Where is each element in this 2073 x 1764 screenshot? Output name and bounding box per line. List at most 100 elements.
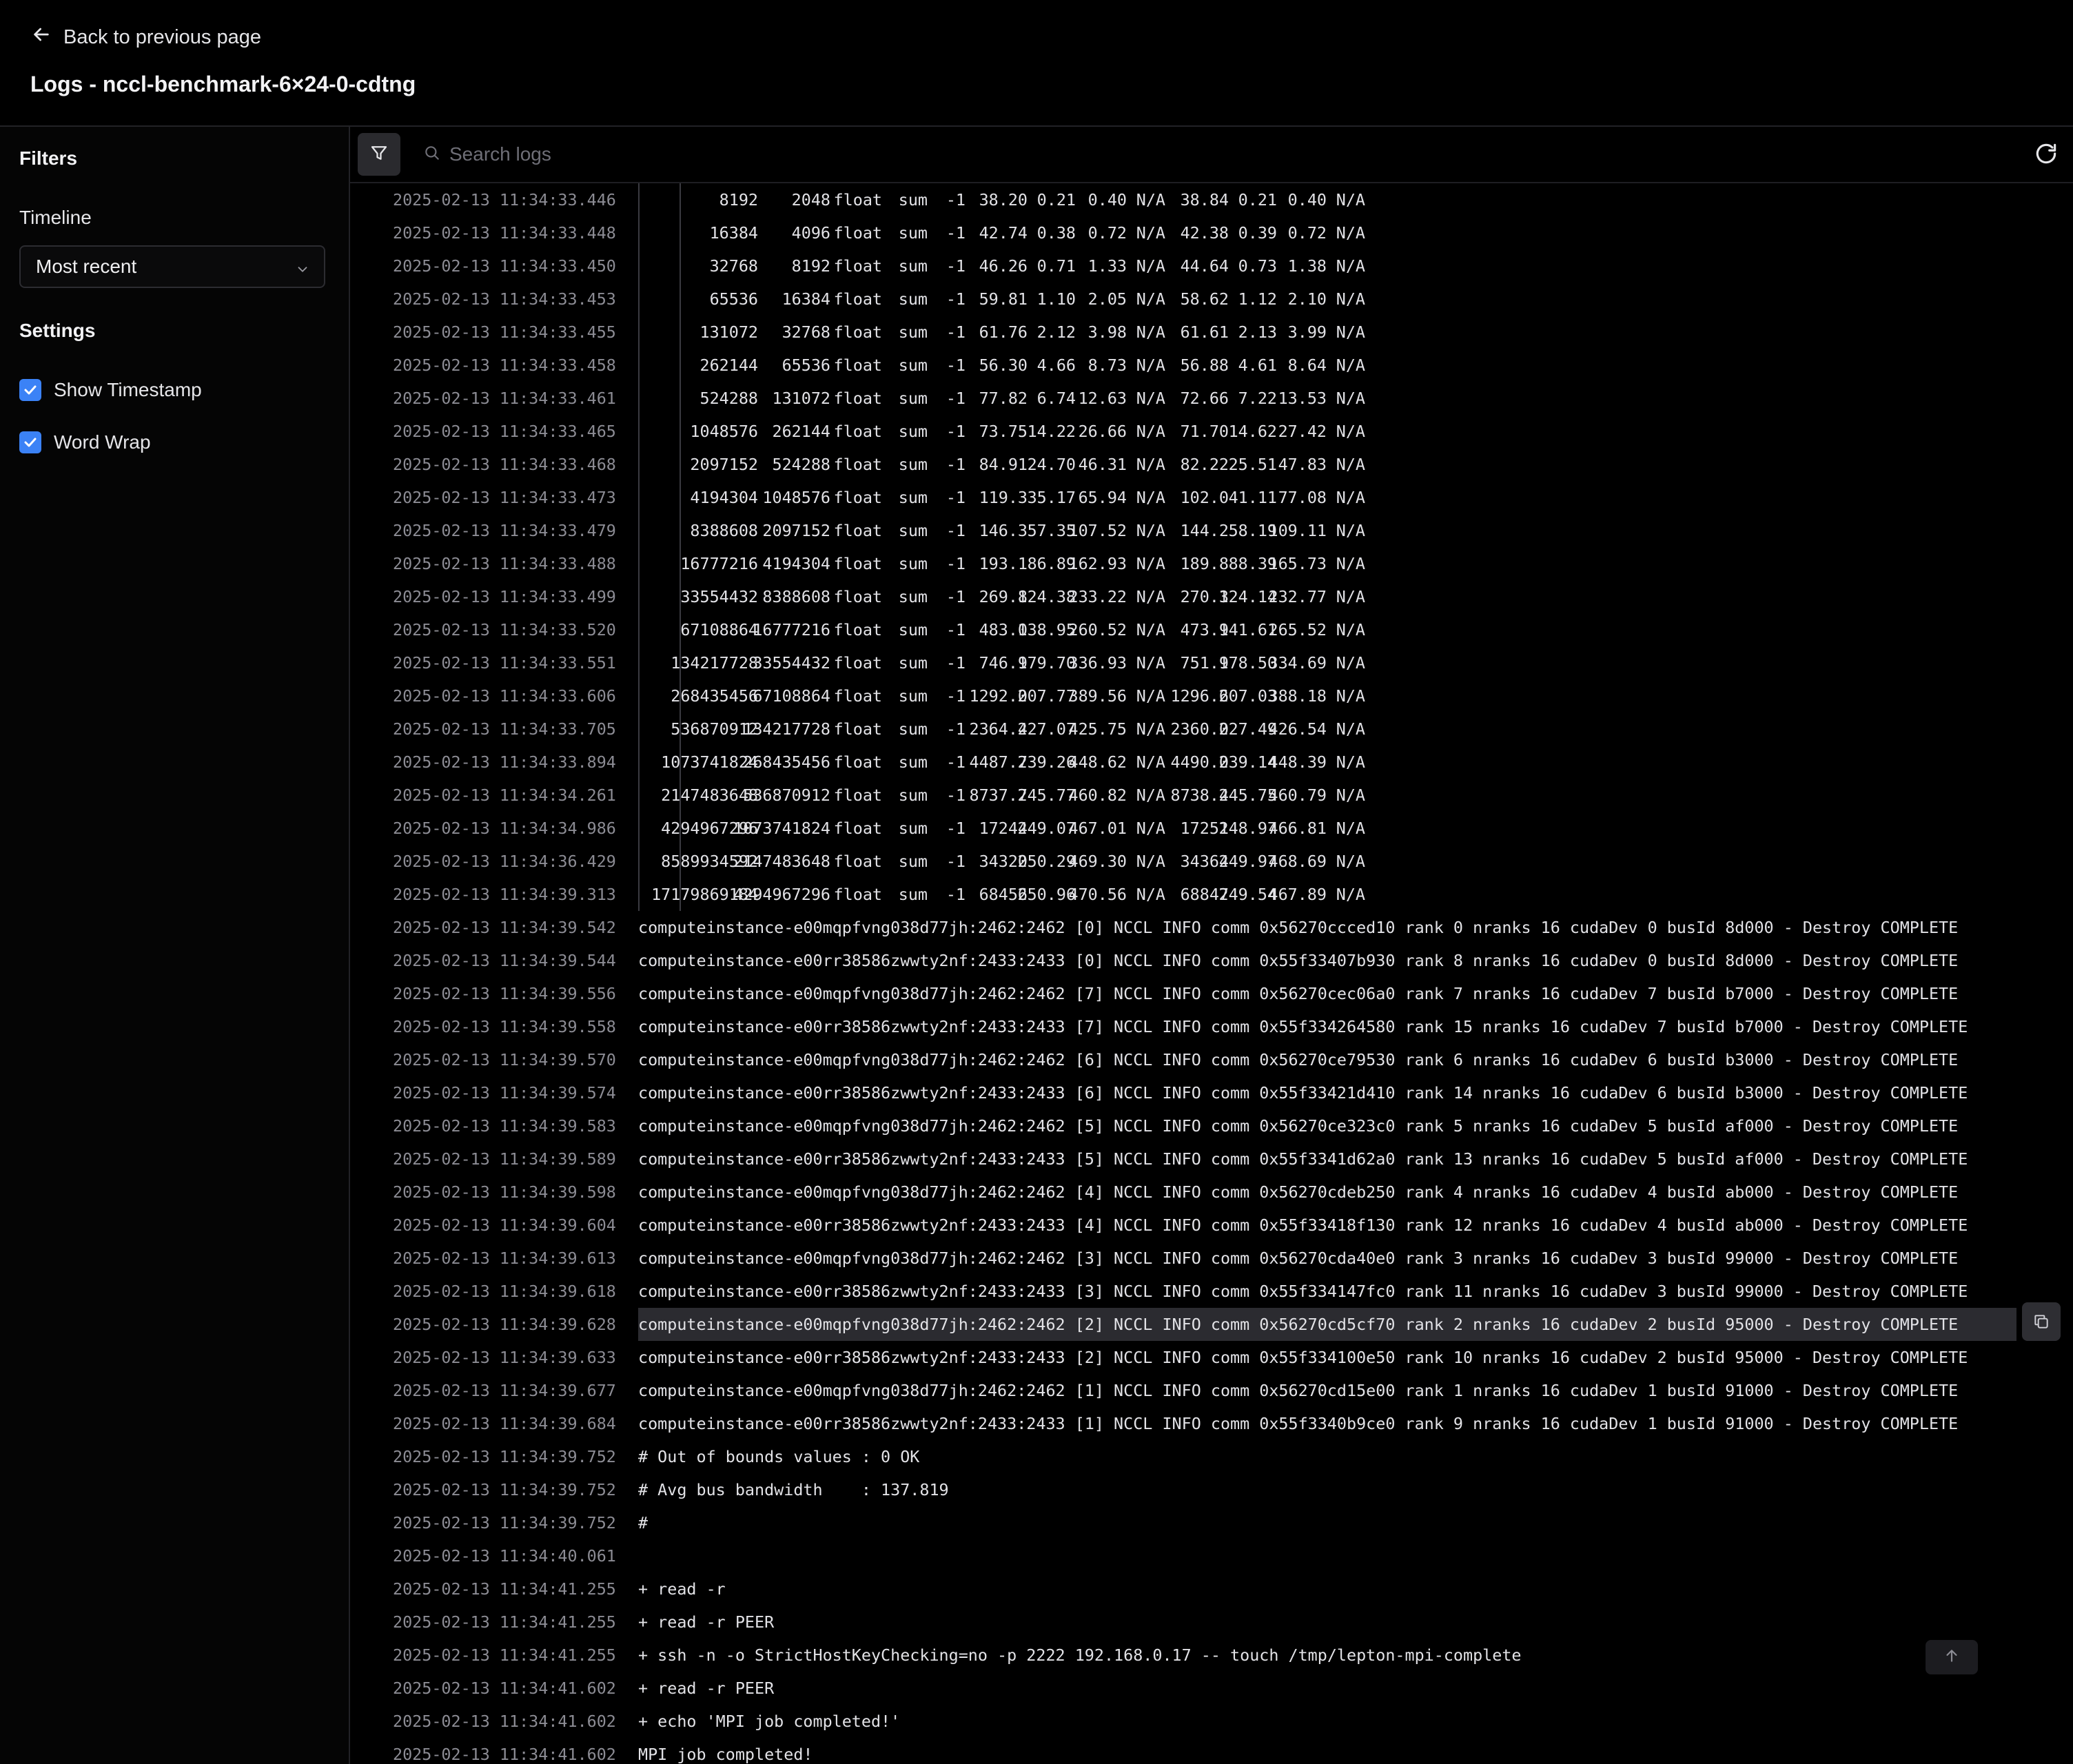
log-line[interactable]: 2025-02-13 11:34:33.473 4194304 1048576 flo… [350, 481, 2070, 514]
log-cell: 77.82 [979, 389, 1028, 408]
log-line[interactable]: 2025-02-13 11:34:33.455 131072 32768 float s… [350, 316, 2070, 349]
log-cell: 4096 [791, 223, 830, 243]
log-line[interactable]: 2025-02-13 11:34:33.551 134217728 33554432… [350, 646, 2070, 679]
log-cell: -1 [946, 422, 966, 441]
log-line[interactable]: 2025-02-13 11:34:33.479 8388608 2097152 flo… [350, 514, 2070, 547]
log-cell: float [833, 786, 882, 805]
log-line[interactable]: 2025-02-13 11:34:39.598 computeinstance-e… [350, 1176, 2070, 1209]
log-cell: 0.39 [1238, 223, 1277, 243]
log-cell: 268435456 [743, 752, 830, 772]
log-cell: 448.39 [1268, 752, 1327, 772]
indent-guide [680, 382, 681, 415]
log-cell: N/A [1336, 190, 1365, 209]
search-input[interactable] [449, 143, 1828, 165]
log-message: computeinstance-e00rr38586zwwty2nf:2433:… [638, 1149, 1968, 1169]
log-line[interactable]: 2025-02-13 11:34:39.544 computeinstance-e… [350, 944, 2070, 977]
indent-guide [680, 448, 681, 481]
log-cell: 124.38 [1017, 587, 1076, 606]
log-line[interactable]: 2025-02-13 11:34:33.458 262144 65536 float s… [350, 349, 2070, 382]
scroll-to-top-button[interactable] [1926, 1640, 1978, 1674]
log-line[interactable]: 2025-02-13 11:34:41.602 MPI job completed… [350, 1738, 2070, 1764]
log-line[interactable]: 2025-02-13 11:34:39.542 computeinstance-e… [350, 911, 2070, 944]
log-cell: N/A [1136, 223, 1165, 243]
log-cell: 13.53 [1278, 389, 1327, 408]
log-line[interactable]: 2025-02-13 11:34:39.752 # [350, 1506, 2070, 1539]
log-line[interactable]: 2025-02-13 11:34:41.255 + read -r PEER [350, 1606, 2070, 1639]
log-line[interactable]: 2025-02-13 11:34:39.613 computeinstance-e… [350, 1242, 2070, 1275]
indent-guide [680, 349, 681, 382]
log-message: MPI job completed! [638, 1745, 813, 1764]
log-cell: sum [898, 719, 928, 739]
log-line[interactable]: 2025-02-13 11:34:39.574 computeinstance-e… [350, 1076, 2070, 1109]
log-line[interactable]: 2025-02-13 11:34:39.684 computeinstance-e… [350, 1407, 2070, 1440]
log-line[interactable]: 2025-02-13 11:34:39.556 computeinstance-e… [350, 977, 2070, 1010]
log-cell: 388.18 [1268, 686, 1327, 706]
log-timestamp: 2025-02-13 11:34:33.468 [393, 455, 616, 474]
log-line[interactable]: 2025-02-13 11:34:39.628 computeinstance-e… [350, 1302, 2070, 1341]
log-line[interactable]: 2025-02-13 11:34:39.583 computeinstance-e… [350, 1109, 2070, 1142]
indent-guide [638, 183, 640, 216]
log-cell: 61.61 [1180, 322, 1229, 342]
log-cell: -1 [946, 554, 966, 573]
log-line[interactable]: 2025-02-13 11:34:41.255 + read -r [350, 1572, 2070, 1606]
log-line[interactable]: 2025-02-13 11:34:39.570 computeinstance-e… [350, 1043, 2070, 1076]
log-line[interactable]: 2025-02-13 11:34:39.752 # Out of bounds v… [350, 1440, 2070, 1473]
log-line[interactable]: 2025-02-13 11:34:39.633 computeinstance-e… [350, 1341, 2070, 1374]
copy-icon [2034, 1315, 2048, 1329]
log-line[interactable]: 2025-02-13 11:34:39.752 # Avg bus bandwid… [350, 1473, 2070, 1506]
log-cell: 336.93 [1068, 653, 1127, 673]
filter-button[interactable] [358, 133, 400, 176]
log-line[interactable]: 2025-02-13 11:34:39.558 computeinstance-e… [350, 1010, 2070, 1043]
log-message: computeinstance-e00mqpfvng038d77jh:2462:… [638, 1381, 1959, 1400]
log-line[interactable]: 2025-02-13 11:34:33.488 16777216 4194304 fl… [350, 547, 2070, 580]
log-line[interactable]: 2025-02-13 11:34:39.589 computeinstance-e… [350, 1142, 2070, 1176]
log-cell: 3.99 [1287, 322, 1327, 342]
refresh-icon[interactable] [2033, 141, 2059, 167]
log-line[interactable]: 2025-02-13 11:34:39.618 computeinstance-e… [350, 1275, 2070, 1308]
log-line[interactable]: 2025-02-13 11:34:36.429 8589934592 2147483… [350, 845, 2070, 878]
log-line[interactable]: 2025-02-13 11:34:41.602 + read -r PEER [350, 1672, 2070, 1705]
log-line[interactable]: 2025-02-13 11:34:33.606 268435456 67108864… [350, 679, 2070, 712]
log-message: + echo 'MPI job completed!' [638, 1712, 901, 1731]
log-line[interactable]: 2025-02-13 11:34:39.313 17179869184 429496… [350, 878, 2070, 911]
log-cell: 2147483648 [733, 852, 830, 871]
log-message: computeinstance-e00rr38586zwwty2nf:2433:… [638, 951, 1959, 970]
log-line[interactable]: 2025-02-13 11:34:33.894 1073741824 2684354… [350, 746, 2070, 779]
log-cell: 119.3 [979, 488, 1028, 507]
log-line[interactable]: 2025-02-13 11:34:33.461 524288 131072 float… [350, 382, 2070, 415]
log-line[interactable]: 2025-02-13 11:34:33.520 67108864 16777216 f… [350, 613, 2070, 646]
log-line[interactable]: 2025-02-13 11:34:34.986 4294967296 1073741… [350, 812, 2070, 845]
back-link[interactable]: Back to previous page [30, 23, 261, 51]
log-line[interactable]: 2025-02-13 11:34:41.255 + ssh -n -o Stric… [350, 1639, 2070, 1672]
log-line[interactable]: 2025-02-13 11:34:33.468 2097152 524288 floa… [350, 448, 2070, 481]
log-line[interactable]: 2025-02-13 11:34:33.705 536870912 13421772… [350, 712, 2070, 746]
log-viewer[interactable]: 2025-02-13 11:34:33.446 8192 2048 float sum -… [350, 183, 2070, 1764]
log-line[interactable]: 2025-02-13 11:34:33.448 16384 4096 float sum… [350, 216, 2070, 249]
log-cell: N/A [1336, 587, 1365, 606]
log-timestamp: 2025-02-13 11:34:41.255 [393, 1579, 616, 1599]
word-wrap-checkbox[interactable]: Word Wrap [19, 431, 151, 453]
log-line[interactable]: 2025-02-13 11:34:33.453 65536 16384 float su… [350, 283, 2070, 316]
log-line[interactable]: 2025-02-13 11:34:40.061 [350, 1539, 2070, 1572]
log-line[interactable]: 2025-02-13 11:34:34.261 2147483648 5368709… [350, 779, 2070, 812]
log-line[interactable]: 2025-02-13 11:34:33.446 8192 2048 float sum -… [350, 183, 2070, 216]
show-timestamp-checkbox[interactable]: Show Timestamp [19, 379, 202, 401]
timeline-select[interactable]: Most recent [19, 245, 325, 288]
log-line[interactable]: 2025-02-13 11:34:39.604 computeinstance-e… [350, 1209, 2070, 1242]
log-line[interactable]: 2025-02-13 11:34:33.499 33554432 8388608 fl… [350, 580, 2070, 613]
log-cell: 82.22 [1180, 455, 1229, 474]
log-line[interactable]: 2025-02-13 11:34:33.450 32768 8192 float sum… [350, 249, 2070, 283]
log-line[interactable]: 2025-02-13 11:34:41.602 + echo 'MPI job c… [350, 1705, 2070, 1738]
log-cell: 134217728 [743, 719, 830, 739]
copy-line-button[interactable] [2022, 1302, 2061, 1341]
indent-guide [638, 845, 640, 878]
log-message: computeinstance-e00mqpfvng038d77jh:2462:… [638, 1249, 1959, 1268]
log-cell: N/A [1336, 455, 1365, 474]
log-line[interactable]: 2025-02-13 11:34:39.677 computeinstance-e… [350, 1374, 2070, 1407]
log-cell: -1 [946, 719, 966, 739]
log-cell: N/A [1136, 819, 1165, 838]
log-line[interactable]: 2025-02-13 11:34:33.465 1048576 262144 floa… [350, 415, 2070, 448]
log-cell: 268435456 [671, 686, 758, 706]
log-timestamp: 2025-02-13 11:34:39.628 [393, 1315, 616, 1334]
log-message: # Avg bus bandwidth : 137.819 [638, 1480, 949, 1499]
